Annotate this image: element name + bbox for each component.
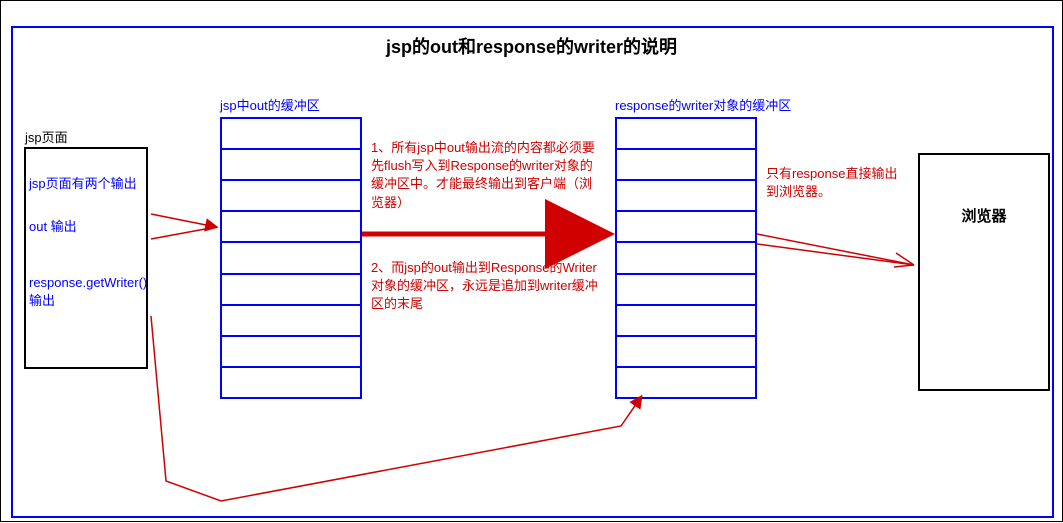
buffer-cell [222, 181, 360, 212]
note-1: 1、所有jsp中out输出流的内容都必须要先flush写入到Response的w… [371, 139, 601, 212]
jsp-out-buffer [220, 117, 362, 399]
buffer-cell [617, 150, 755, 181]
note-3: 只有response直接输出到浏览器。 [766, 165, 906, 201]
buffer-cell [617, 306, 755, 337]
jsp-buffer-title: jsp中out的缓冲区 [220, 95, 320, 114]
buffer-cell [617, 243, 755, 274]
jsp-page-item-a: jsp页面有两个输出 [29, 173, 143, 192]
buffer-cell [617, 181, 755, 212]
diagram-title: jsp的out和response的writer的说明 [1, 33, 1062, 59]
response-writer-buffer [615, 117, 757, 399]
buffer-cell [617, 212, 755, 243]
buffer-cell [617, 337, 755, 368]
buffer-cell [222, 212, 360, 243]
buffer-cell [617, 119, 755, 150]
buffer-cell [222, 119, 360, 150]
jsp-page-item-b: out 输出 [29, 216, 143, 235]
diagram-canvas: jsp的out和response的writer的说明 jsp中out的缓冲区 r… [0, 0, 1063, 522]
buffer-cell [222, 243, 360, 274]
jsp-page-item-c: response.getWriter() 输出 [29, 275, 143, 309]
jsp-page-title: jsp页面 [25, 127, 68, 146]
buffer-cell [222, 150, 360, 181]
buffer-cell [222, 337, 360, 368]
browser-label: 浏览器 [961, 208, 1006, 225]
buffer-cell [617, 368, 755, 397]
browser-box: 浏览器 [918, 153, 1050, 391]
buffer-cell [617, 275, 755, 306]
buffer-cell [222, 275, 360, 306]
jsp-page-box: jsp页面有两个输出 out 输出 response.getWriter() 输… [24, 147, 148, 369]
response-buffer-title: response的writer对象的缓冲区 [615, 95, 791, 114]
buffer-cell [222, 368, 360, 397]
note-2: 2、而jsp的out输出到Response的Writer对象的缓冲区，永远是追加… [371, 259, 601, 314]
buffer-cell [222, 306, 360, 337]
